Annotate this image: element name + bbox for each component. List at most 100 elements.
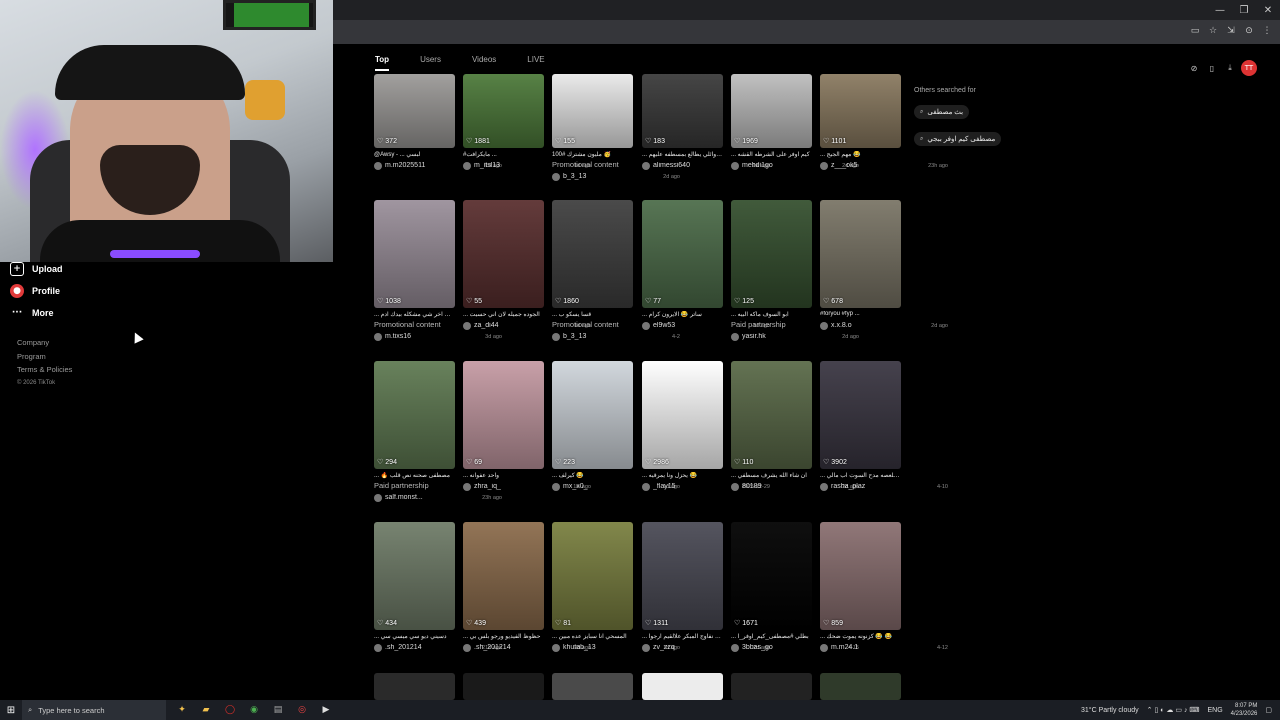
video-author-row[interactable]: b_3_13 2d ago <box>552 171 680 182</box>
chrome-icon[interactable]: ◉ <box>246 702 262 718</box>
video-thumbnail[interactable]: ♡ 1101 <box>820 74 901 148</box>
video-thumbnail[interactable]: ♡ 155 <box>552 74 633 148</box>
related-search-chip[interactable]: ⌕ مصطفى كيم اوفر ببجي <box>914 132 1002 146</box>
video-thumbnail[interactable]: ♡ 81 <box>552 522 633 630</box>
tab-videos[interactable]: Videos <box>472 55 496 71</box>
video-caption[interactable]: ... كزنونه يموت ضحك 😂 😂 <box>820 633 901 642</box>
video-thumbnail[interactable]: ♡ 678 <box>820 200 901 308</box>
video-thumbnail[interactable] <box>552 673 633 700</box>
sidebar-item-more[interactable]: ··· More <box>10 302 210 324</box>
video-author-row[interactable]: x.x.8.o 2d ago <box>820 320 948 331</box>
bookmark-star-icon[interactable]: ☆ <box>1206 24 1220 38</box>
tab-top[interactable]: Top <box>375 55 390 71</box>
video-caption[interactable]: ... اوفر بلعصه مدح السوت اب مالي <box>820 472 901 481</box>
settings-icon[interactable]: ⊘ <box>1187 61 1201 75</box>
sidebar-item-upload[interactable]: + Upload <box>10 258 210 280</box>
video-author-row[interactable]: rasha_plaz 4-10 <box>820 481 948 492</box>
video-caption[interactable]: ... يحزل ونا يمرقيه 😂 <box>642 472 723 481</box>
download-icon[interactable]: ⤓ <box>1223 61 1237 75</box>
footer-link-program[interactable]: Program <box>17 350 72 364</box>
language-indicator[interactable]: ENG <box>1208 707 1223 714</box>
video-thumbnail[interactable]: ♡ 439 <box>463 522 544 630</box>
notifications-icon[interactable]: ▢ <box>1265 706 1272 714</box>
profile-icon[interactable]: ⊙ <box>1242 24 1256 38</box>
video-thumbnail[interactable]: ♡ 110 <box>731 361 812 469</box>
restore-button[interactable]: ❐ <box>1232 0 1256 20</box>
video-author-row[interactable]: yasir.hk 2d ago <box>731 331 859 342</box>
video-caption[interactable]: ... كيم اوفر على الشرطه القشه <box>731 151 812 160</box>
video-thumbnail[interactable]: ♡ 1969 <box>731 74 812 148</box>
video-thumbnail[interactable]: ♡ 1671 <box>731 522 812 630</box>
video-thumbnail[interactable]: ♡ 434 <box>374 522 455 630</box>
video-author-row[interactable]: z___ok5 23h ago <box>820 160 948 171</box>
file-explorer-icon[interactable]: ▰ <box>198 702 214 718</box>
video-thumbnail[interactable]: ♡ 223 <box>552 361 633 469</box>
app-icon[interactable]: ▤ <box>270 702 286 718</box>
video-thumbnail[interactable]: ♡ 1038 <box>374 200 455 308</box>
video-thumbnail[interactable]: ♡ 2986 <box>642 361 723 469</box>
video-author-row[interactable]: m.tixs16 3d ago <box>374 331 502 342</box>
clock[interactable]: 8:07 PM 4/23/2026 <box>1231 702 1258 718</box>
start-button[interactable]: ⊞ <box>0 700 22 720</box>
video-caption[interactable]: #مايكرافت ... <box>463 151 544 160</box>
copilot-icon[interactable]: ✦ <box>174 702 190 718</box>
video-caption[interactable]: ... المسحي انا سبايز عده مبين <box>552 633 633 642</box>
video-caption[interactable]: ... ابو السوف ماكه البيه <box>731 311 812 320</box>
video-caption[interactable]: ... 🔥 مصطفى صحنه نص قلب <box>374 472 455 481</box>
video-caption[interactable]: ... واحد عفوانه <box>463 472 544 481</box>
video-thumbnail[interactable]: ♡ 3902 <box>820 361 901 469</box>
extensions-icon[interactable]: ⇲ <box>1224 24 1238 38</box>
video-caption[interactable]: ... الجوده جميله لان اني حسيت <box>463 311 544 320</box>
tab-live[interactable]: LIVE <box>527 55 544 71</box>
tray-icons[interactable]: ⌃ ▯ ◐ ☁ ▭ ♪ ⌨ <box>1147 706 1200 714</box>
video-thumbnail[interactable]: ♡ 125 <box>731 200 812 308</box>
minimize-button[interactable]: — <box>1208 0 1232 20</box>
video-thumbnail[interactable]: ♡ 77 <box>642 200 723 308</box>
video-thumbnail[interactable]: ♡ 183 <box>642 74 723 148</box>
footer-link-company[interactable]: Company <box>17 336 72 350</box>
related-search-chip[interactable]: ⌕ بث مصطفى <box>914 105 970 119</box>
video-author-row[interactable]: salf.monst... 23h ago <box>374 492 502 503</box>
media-player-icon[interactable]: ▶ <box>318 702 334 718</box>
video-author-row[interactable]: m.m24.1 4-12 <box>820 642 948 653</box>
video-caption[interactable]: ... ساتر 😂 الايرون كرام <box>642 311 723 320</box>
opera-icon[interactable]: ◯ <box>222 702 238 718</box>
video-thumbnail[interactable] <box>820 673 901 700</box>
video-thumbnail[interactable]: ♡ 1881 <box>463 74 544 148</box>
video-caption[interactable]: ... كيرلف 😂 <box>552 472 633 481</box>
video-caption[interactable]: ... قسا يسكو ب <box>552 311 633 320</box>
video-thumbnail[interactable]: ♡ 69 <box>463 361 544 469</box>
video-thumbnail[interactable]: ♡ 372 <box>374 74 455 148</box>
video-caption[interactable]: ... بطاره نفاوج المبكر علالقيم ارجوا <box>642 633 723 642</box>
video-thumbnail[interactable] <box>463 673 544 700</box>
weather-widget[interactable]: 31°C Partly cloudy <box>1081 707 1139 714</box>
video-thumbnail[interactable]: ♡ 1860 <box>552 200 633 308</box>
video-author-row[interactable]: b_3_13 4-2 <box>552 331 680 342</box>
install-app-icon[interactable]: ▭ <box>1188 24 1202 38</box>
user-avatar[interactable]: TT <box>1241 60 1257 76</box>
video-caption[interactable]: 100# مليون مشترك 🥳 <box>552 151 633 160</box>
sidebar-item-profile[interactable]: ● Profile <box>10 280 210 302</box>
video-thumbnail[interactable]: ♡ 55 <box>463 200 544 308</box>
footer-link-terms[interactable]: Terms & Policies <box>17 363 72 377</box>
video-thumbnail[interactable] <box>374 673 455 700</box>
video-thumbnail[interactable]: ♡ 294 <box>374 361 455 469</box>
taskbar-search[interactable]: ⌕ Type here to search <box>22 700 166 720</box>
video-thumbnail[interactable]: ♡ 859 <box>820 522 901 630</box>
video-caption[interactable]: ... دسيني ديو سي ميسي سي <box>374 633 455 642</box>
video-caption[interactable]: ... مهم الجيج 😂 <box>820 151 901 160</box>
video-thumbnail[interactable]: ♡ 1311 <box>642 522 723 630</box>
video-caption[interactable]: @Awsy - ... لبسي <box>374 151 455 160</box>
recording-icon[interactable]: ◎ <box>294 702 310 718</box>
video-caption[interactable]: ... يحيى وائلي يطالع بمسطفه عليهم <box>642 151 723 160</box>
video-caption[interactable]: ... حموت اخر شي مشكله بيدك ادم <box>374 311 455 320</box>
tab-users[interactable]: Users <box>420 55 441 71</box>
video-caption[interactable]: ... حظوظ الفيديو ورجو بلس بي <box>463 633 544 642</box>
video-caption[interactable]: #foryou #fyp ... <box>820 311 901 320</box>
video-thumbnail[interactable] <box>642 673 723 700</box>
video-caption[interactable]: ... بطلي #مصطفى_كيم_اوفر_ا <box>731 633 812 642</box>
video-thumbnail[interactable] <box>731 673 812 700</box>
menu-icon[interactable]: ⋮ <box>1260 24 1274 38</box>
close-button[interactable]: ✕ <box>1256 0 1280 20</box>
device-icon[interactable]: ▯ <box>1205 61 1219 75</box>
